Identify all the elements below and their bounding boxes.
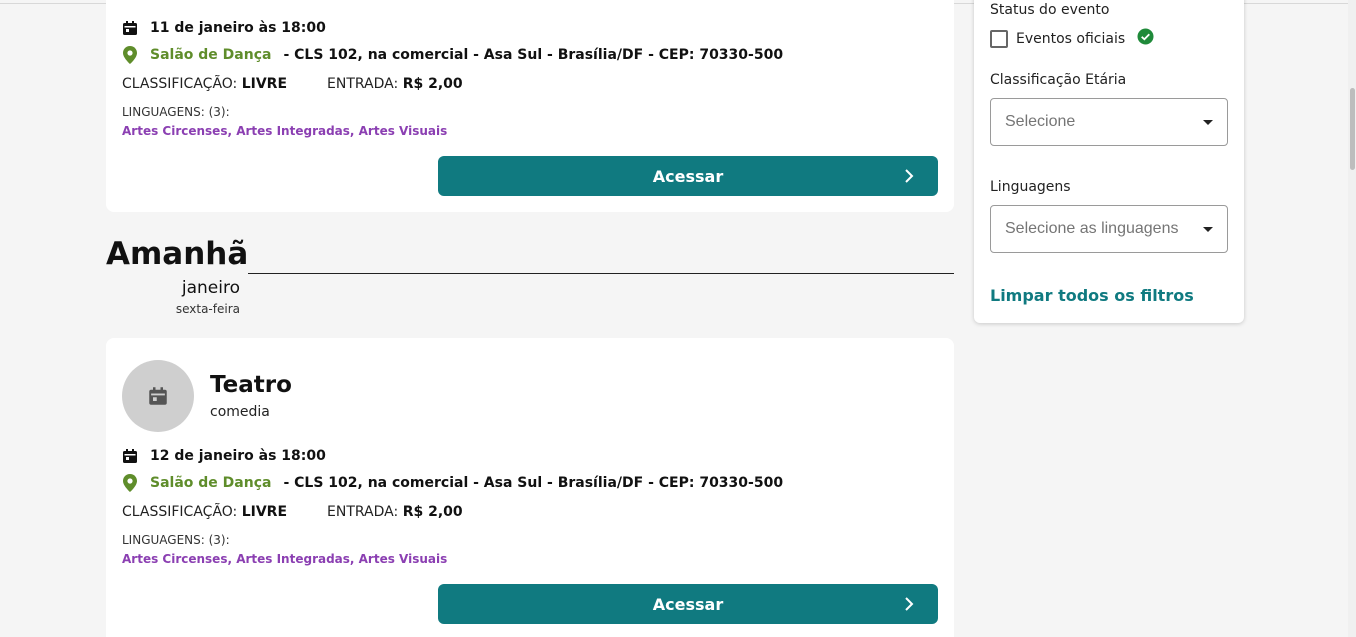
map-pin-icon: [122, 46, 138, 64]
calendar-icon: [122, 448, 138, 464]
event-date-row: 11 de janeiro às 18:00: [122, 20, 326, 36]
clear-filters-link[interactable]: Limpar todos os filtros: [990, 286, 1194, 305]
acessar-label: Acessar: [652, 166, 724, 186]
linguagens-select[interactable]: Selecione as linguagens: [990, 205, 1228, 253]
entrada-label: ENTRADA:: [327, 76, 399, 92]
date-group-month: janeiro: [181, 278, 240, 298]
date-group-header: Amanhã janeiro sexta-feira: [106, 236, 954, 326]
event-address: - CLS 102, na comercial - Asa Sul - Bras…: [283, 47, 784, 63]
classificacao-value: LIVRE: [241, 76, 288, 92]
event-subtitle: comedia: [210, 404, 270, 420]
chevron-right-icon: [905, 169, 914, 183]
event-date-row: 12 de janeiro às 18:00: [122, 448, 326, 464]
linguagens-list: Artes Circenses, Artes Integradas, Artes…: [122, 552, 448, 566]
date-group-title: Amanhã: [106, 236, 249, 272]
entrada-value: R$ 2,00: [402, 76, 463, 92]
entrada-value: R$ 2,00: [402, 504, 463, 520]
date-group-weekday: sexta-feira: [175, 302, 240, 316]
acessar-button[interactable]: Acessar: [438, 584, 938, 624]
scrollbar[interactable]: [1348, 0, 1356, 637]
classificacao-label: CLASSIFICAÇÃO:: [122, 76, 238, 92]
linguagens-filter-label: Linguagens: [990, 179, 1071, 195]
filters-panel: Status do evento Eventos oficiais Classi…: [974, 0, 1244, 323]
dropdown-arrow-icon: [1203, 227, 1213, 232]
classificacao-value: LIVRE: [241, 504, 288, 520]
event-place-link[interactable]: Salão de Dança: [150, 47, 271, 63]
eventos-oficiais-checkbox[interactable]: [990, 29, 1008, 48]
event-date: 11 de janeiro às 18:00: [150, 20, 326, 36]
status-label: Status do evento: [990, 2, 1110, 18]
linguagens-label: LINGUAGENS: (3):: [122, 105, 230, 119]
entrada-label: ENTRADA:: [327, 504, 399, 520]
eventos-oficiais-row: Eventos oficiais: [990, 28, 1154, 49]
scrollbar-thumb[interactable]: [1350, 88, 1355, 170]
calendar-icon: [122, 20, 138, 36]
calendar-icon: [149, 387, 167, 405]
linguagens-label: LINGUAGENS: (3):: [122, 533, 230, 547]
event-card: 11 de janeiro às 18:00 Salão de Dança - …: [106, 0, 954, 212]
linguagens-placeholder: Selecione as linguagens: [1005, 220, 1179, 237]
event-place-link[interactable]: Salão de Dança: [150, 475, 271, 491]
event-card: Teatro comedia 12 de janeiro às 18:00 Sa…: [106, 338, 954, 637]
event-address: - CLS 102, na comercial - Asa Sul - Bras…: [283, 475, 784, 491]
event-location-row: Salão de Dança - CLS 102, na comercial -…: [122, 474, 784, 492]
classificacao-etaria-select[interactable]: Selecione: [990, 98, 1228, 146]
acessar-button[interactable]: Acessar: [438, 156, 938, 196]
classificacao-etaria-label: Classificação Etária: [990, 72, 1127, 88]
classificacao-etaria-placeholder: Selecione: [1005, 113, 1076, 130]
event-meta-row: CLASSIFICAÇÃO: LIVRE ENTRADA: R$ 2,00: [122, 76, 463, 92]
acessar-label: Acessar: [652, 594, 724, 614]
map-pin-icon: [122, 474, 138, 492]
chevron-right-icon: [905, 597, 914, 611]
event-title: Teatro: [210, 372, 292, 398]
event-meta-row: CLASSIFICAÇÃO: LIVRE ENTRADA: R$ 2,00: [122, 504, 463, 520]
dropdown-arrow-icon: [1203, 120, 1213, 125]
event-avatar: [122, 360, 194, 432]
eventos-oficiais-label[interactable]: Eventos oficiais: [1016, 31, 1125, 47]
classificacao-label: CLASSIFICAÇÃO:: [122, 504, 238, 520]
event-location-row: Salão de Dança - CLS 102, na comercial -…: [122, 46, 784, 64]
verified-icon: [1137, 28, 1154, 49]
divider: [248, 273, 954, 274]
event-date: 12 de janeiro às 18:00: [150, 448, 326, 464]
linguagens-list: Artes Circenses, Artes Integradas, Artes…: [122, 124, 448, 138]
